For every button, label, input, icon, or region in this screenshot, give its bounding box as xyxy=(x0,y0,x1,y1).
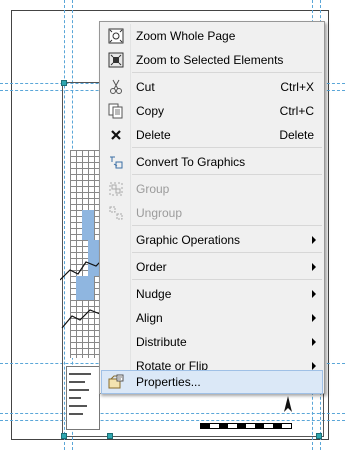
menu-item-label: Graphic Operations xyxy=(136,233,241,247)
menu-item-graphic-operations[interactable]: Graphic Operations xyxy=(102,228,322,252)
menu-item-label: Distribute xyxy=(136,335,187,349)
submenu-arrow-icon xyxy=(312,290,316,298)
menu-item-shortcut: Ctrl+X xyxy=(280,80,314,94)
submenu-arrow-icon xyxy=(312,263,316,271)
group-icon xyxy=(102,177,130,201)
scissors-icon xyxy=(102,75,130,99)
menu-item-label: Align xyxy=(136,311,163,325)
menu-item-zoom-whole-page[interactable]: Zoom Whole Page xyxy=(102,24,322,48)
menu-item-align[interactable]: Align xyxy=(102,306,322,330)
menu-item-order[interactable]: Order xyxy=(102,255,322,279)
menu-separator xyxy=(132,174,322,175)
selection-handle[interactable] xyxy=(107,433,113,439)
ungroup-icon xyxy=(102,201,130,225)
menu-item-label: Convert To Graphics xyxy=(136,155,246,169)
menu-item-label: Zoom to Selected Elements xyxy=(136,53,284,67)
submenu-arrow-icon xyxy=(312,314,316,322)
menu-separator xyxy=(132,72,322,73)
menu-separator xyxy=(132,279,322,280)
menu-item-delete[interactable]: Delete Delete xyxy=(102,123,322,147)
menu-item-shortcut: Ctrl+C xyxy=(279,104,314,118)
menu-separator xyxy=(132,252,322,253)
copy-icon xyxy=(102,99,130,123)
submenu-arrow-icon xyxy=(312,236,316,244)
selection-handle[interactable] xyxy=(61,433,67,439)
menu-item-label: Properties... xyxy=(136,375,201,389)
menu-item-label: Nudge xyxy=(136,287,172,301)
delete-x-icon xyxy=(102,123,130,147)
menu-separator xyxy=(132,147,322,148)
map-polygon xyxy=(82,210,94,240)
menu-item-ungroup[interactable]: Ungroup xyxy=(102,201,322,225)
convert-graphics-icon xyxy=(102,150,130,174)
menu-item-properties[interactable]: Properties... xyxy=(101,370,323,394)
menu-item-label: Zoom Whole Page xyxy=(136,29,236,43)
menu-item-distribute[interactable]: Distribute xyxy=(102,330,322,354)
north-arrow-icon[interactable] xyxy=(276,396,300,418)
context-menu[interactable]: Zoom Whole Page Zoom to Selected Element… xyxy=(99,21,325,394)
zoom-page-icon xyxy=(102,24,130,48)
menu-item-copy[interactable]: Copy Ctrl+C xyxy=(102,99,322,123)
menu-item-label: Cut xyxy=(136,80,155,94)
menu-item-label: Copy xyxy=(136,104,165,118)
menu-item-label: Delete xyxy=(136,128,171,142)
menu-item-zoom-selected[interactable]: Zoom to Selected Elements xyxy=(102,48,322,72)
menu-item-group[interactable]: Group xyxy=(102,177,322,201)
scale-bar[interactable] xyxy=(200,423,292,429)
selection-handle[interactable] xyxy=(61,80,67,86)
menu-item-label: Group xyxy=(136,182,170,196)
zoom-selected-icon xyxy=(102,48,130,72)
menu-item-convert-to-graphics[interactable]: Convert To Graphics xyxy=(102,150,322,174)
menu-item-cut[interactable]: Cut Ctrl+X xyxy=(102,75,322,99)
menu-item-label: Order xyxy=(136,260,167,274)
menu-item-nudge[interactable]: Nudge xyxy=(102,282,322,306)
map-legend[interactable] xyxy=(66,366,100,430)
menu-item-label: Ungroup xyxy=(136,206,183,220)
submenu-arrow-icon xyxy=(312,338,316,346)
properties-icon xyxy=(102,370,130,394)
selection-handle[interactable] xyxy=(316,433,322,439)
menu-separator xyxy=(132,225,322,226)
menu-item-shortcut: Delete xyxy=(279,128,314,142)
submenu-arrow-icon xyxy=(312,362,316,370)
